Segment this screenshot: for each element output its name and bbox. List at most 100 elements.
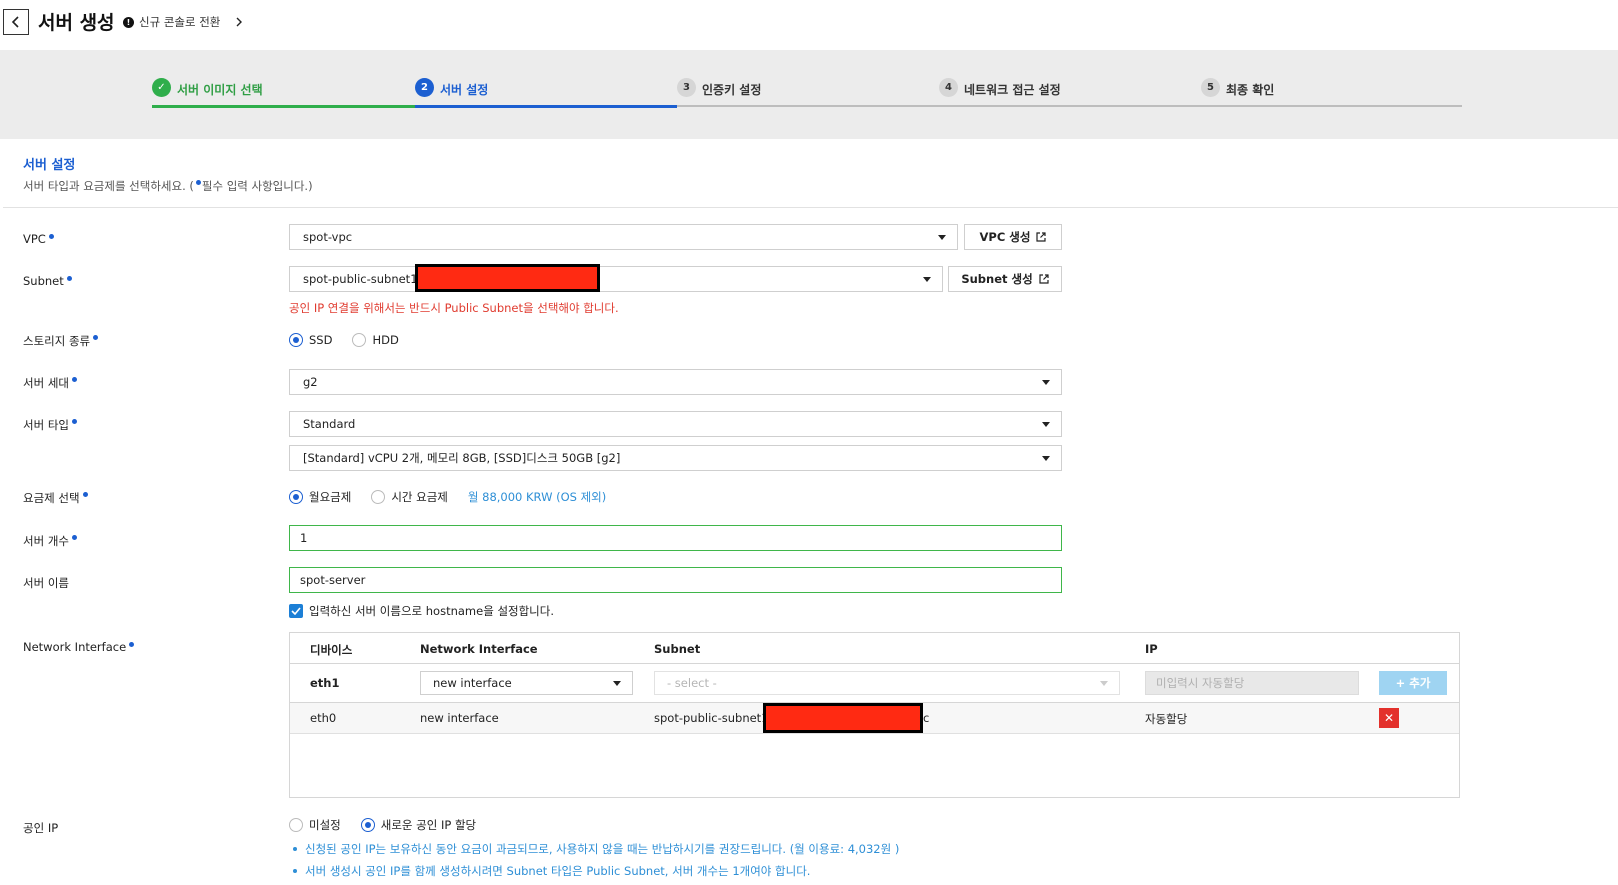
- step-number: 3: [677, 78, 696, 97]
- required-dot-icon: [82, 492, 88, 497]
- public-ip-none-radio[interactable]: 미설정: [289, 817, 341, 833]
- vpc-select[interactable]: spot-vpc: [289, 224, 958, 250]
- radio-selected-icon: [360, 818, 375, 832]
- server-name-input[interactable]: spot-server: [289, 567, 1062, 593]
- check-icon: ✓: [152, 78, 171, 97]
- column-header-device: 디바이스: [310, 643, 353, 657]
- subnet-error-message: 공인 IP 연결을 위해서는 반드시 Public Subnet을 선택해야 합…: [289, 301, 619, 315]
- ip-value: 자동할당: [1145, 712, 1188, 726]
- caret-down-icon: [1042, 380, 1050, 385]
- caret-down-icon: [1100, 681, 1108, 686]
- step-number: 4: [939, 78, 958, 97]
- redacted-region: [763, 703, 923, 733]
- note-item: 신청된 공인 IP는 보유하신 동안 요금이 과금되므로, 사용하지 않을 때는…: [293, 841, 899, 857]
- public-ip-new-radio[interactable]: 새로운 공인 IP 할당: [360, 817, 476, 833]
- section-description: 서버 타입과 요금제를 선택하세요. (필수 입력 사항입니다.): [23, 179, 313, 193]
- step-number: 5: [1201, 78, 1220, 97]
- required-dot-icon: [48, 234, 54, 239]
- bullet-icon: [293, 847, 297, 851]
- server-name-label: 서버 이름: [23, 576, 69, 590]
- caret-down-icon: [1042, 422, 1050, 427]
- table-header: 디바이스 Network Interface Subnet IP: [290, 633, 1459, 664]
- interface-name: new interface: [420, 711, 499, 725]
- step-label: 서버 설정: [440, 83, 489, 97]
- switch-console-label: 신규 콘솔로 전환: [139, 15, 221, 29]
- switch-console-link[interactable]: ! 신규 콘솔로 전환: [123, 14, 245, 30]
- redacted-region: [415, 264, 600, 292]
- network-interface-table: 디바이스 Network Interface Subnet IP eth1 ne…: [289, 632, 1460, 798]
- step-server-settings[interactable]: 2 서버 설정: [415, 78, 488, 107]
- note-item: 서버 생성시 공인 IP를 함께 생성하시려면 Subnet 타입은 Publi…: [293, 863, 899, 879]
- new-ip-input[interactable]: 미입력시 자동할당: [1145, 671, 1359, 695]
- public-ip-label: 공인 IP: [23, 821, 59, 835]
- subnet-label: Subnet: [23, 274, 73, 288]
- step-label: 최종 확인: [1226, 83, 1275, 97]
- caret-down-icon: [613, 681, 621, 686]
- chevron-right-icon: [236, 17, 243, 27]
- checkbox-checked-icon[interactable]: [289, 604, 303, 618]
- delete-row-button[interactable]: ✕: [1379, 708, 1399, 728]
- server-type-select[interactable]: Standard: [289, 411, 1062, 437]
- add-interface-button[interactable]: + 추가: [1379, 671, 1447, 695]
- required-dot-icon: [195, 180, 201, 185]
- price-note: 월 88,000 KRW (OS 제외): [467, 490, 607, 504]
- server-spec-select[interactable]: [Standard] vCPU 2개, 메모리 8GB, [SSD]디스크 50…: [289, 445, 1062, 471]
- storage-radio-group: SSD HDD: [289, 333, 419, 347]
- vpc-label: VPC: [23, 232, 55, 246]
- public-ip-notes: 신청된 공인 IP는 보유하신 동안 요금이 과금되므로, 사용하지 않을 때는…: [293, 841, 899, 885]
- server-count-input[interactable]: 1: [289, 525, 1062, 551]
- close-icon: ✕: [1383, 711, 1395, 725]
- radio-empty-icon: [289, 818, 303, 832]
- subnet-create-button[interactable]: Subnet 생성: [948, 266, 1062, 292]
- required-dot-icon: [71, 377, 77, 382]
- required-dot-icon: [71, 419, 77, 424]
- step-auth-key[interactable]: 3 인증키 설정: [677, 78, 761, 107]
- network-interface-label: Network Interface: [23, 640, 135, 654]
- step-label: 인증키 설정: [702, 83, 762, 97]
- radio-empty-icon: [352, 333, 367, 347]
- step-label: 서버 이미지 선택: [177, 83, 263, 97]
- step-network-access[interactable]: 4 네트워크 접근 설정: [939, 78, 1061, 107]
- vpc-create-button[interactable]: VPC 생성: [964, 224, 1062, 250]
- hostname-checkbox-row[interactable]: 입력하신 서버 이름으로 hostname을 설정합니다.: [289, 603, 554, 619]
- back-button[interactable]: [3, 9, 29, 35]
- new-subnet-select[interactable]: - select -: [654, 671, 1120, 695]
- device-name: eth0: [310, 711, 337, 725]
- column-header-ip: IP: [1145, 642, 1158, 656]
- public-ip-radio-group: 미설정 새로운 공인 IP 할당: [289, 817, 496, 833]
- external-link-icon: [1036, 232, 1047, 242]
- subnet-suffix: c: [923, 711, 930, 725]
- required-dot-icon: [129, 642, 135, 647]
- step-server-image[interactable]: ✓ 서버 이미지 선택: [152, 78, 263, 107]
- table-row-new: eth1 new interface - select - 미입력시 자동할당 …: [290, 664, 1459, 703]
- column-header-subnet: Subnet: [654, 642, 701, 656]
- server-type-label: 서버 타입: [23, 417, 78, 433]
- chevron-left-icon: [11, 16, 19, 28]
- storage-ssd-radio[interactable]: SSD: [289, 333, 332, 347]
- section-divider: [3, 207, 1618, 208]
- step-label: 네트워크 접근 설정: [964, 83, 1061, 97]
- required-dot-icon: [66, 276, 72, 281]
- pricing-label: 요금제 선택: [23, 490, 89, 506]
- column-header-interface: Network Interface: [420, 642, 538, 656]
- caret-down-icon: [938, 235, 946, 240]
- external-link-icon: [1039, 274, 1049, 284]
- section-title: 서버 설정: [23, 158, 76, 173]
- page-title: 서버 생성: [38, 12, 115, 34]
- pricing-monthly-radio[interactable]: 월요금제: [289, 489, 351, 505]
- required-dot-icon: [93, 335, 99, 340]
- radio-empty-icon: [371, 490, 386, 504]
- pricing-hourly-radio[interactable]: 시간 요금제: [371, 489, 448, 505]
- generation-select[interactable]: g2: [289, 369, 1062, 395]
- generation-label: 서버 세대: [23, 375, 78, 391]
- new-interface-select[interactable]: new interface: [420, 671, 633, 695]
- new-device-name: eth1: [310, 676, 340, 690]
- table-row: eth0 new interface spot-public-subnet1 c…: [290, 703, 1459, 734]
- step-final-confirm[interactable]: 5 최종 확인: [1201, 78, 1274, 107]
- bullet-icon: [293, 869, 297, 873]
- server-count-label: 서버 개수: [23, 533, 78, 549]
- info-icon: !: [123, 16, 134, 28]
- pricing-radio-group: 월요금제 시간 요금제 월 88,000 KRW (OS 제외): [289, 489, 606, 505]
- subnet-select[interactable]: spot-public-subnet1 |: [289, 266, 943, 292]
- storage-hdd-radio[interactable]: HDD: [352, 333, 399, 347]
